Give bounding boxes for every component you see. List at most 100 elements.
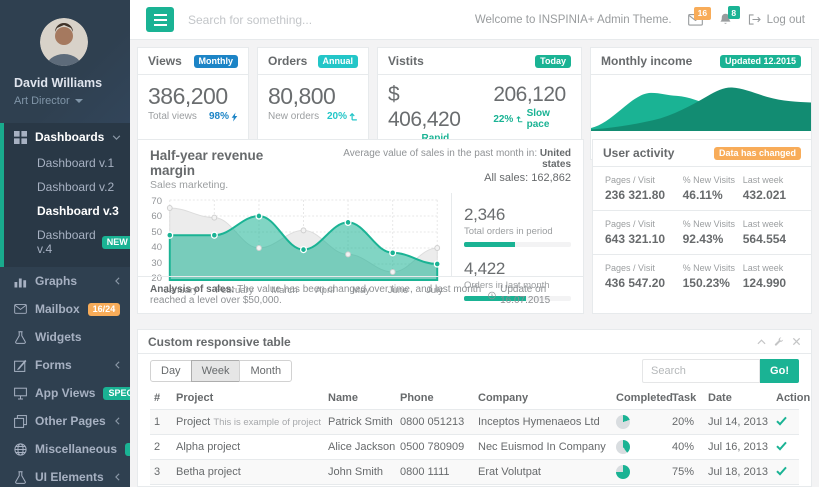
bar-chart-icon: [14, 275, 27, 288]
visits-secondary-value: 206,120: [493, 82, 571, 107]
sidebar-item-dashboard-v2[interactable]: Dashboard v.2: [4, 175, 130, 199]
action-check-icon[interactable]: [776, 416, 787, 426]
user-activity-row: Pages / Visit236 321.80 % New Visits46.1…: [593, 167, 811, 211]
sidebar-item-dashboard-v1[interactable]: Dashboard v.1: [4, 151, 130, 175]
all-sales-value: All sales: 162,862: [312, 172, 571, 184]
pages-visit-value: 436 547.20: [605, 276, 683, 290]
pages-visit-value: 643 321.10: [605, 232, 683, 246]
sidebar-item-mailbox[interactable]: Mailbox 16/24: [0, 295, 130, 323]
project-note: This is example of project: [213, 417, 321, 428]
collapse-panel-icon[interactable]: [757, 339, 766, 345]
last-week-label: Last week: [743, 263, 799, 273]
sidebar-item-other-pages[interactable]: Other Pages: [0, 407, 130, 435]
avatar-image: [40, 18, 88, 66]
copy-icon: [14, 415, 27, 428]
sidebar-item-dashboard-v4[interactable]: Dashboard v.4NEW: [4, 223, 130, 261]
level-up-icon: [349, 112, 358, 121]
hamburger-menu-button[interactable]: [146, 7, 174, 32]
data-changed-badge: Data has changed: [714, 147, 801, 160]
action-check-icon[interactable]: [776, 466, 787, 476]
visits-title: Vistits: [388, 54, 424, 68]
sidebar-item-widgets[interactable]: Widgets: [0, 323, 130, 351]
settings-wrench-icon[interactable]: [774, 337, 784, 347]
sidebar-item-label: Graphs: [35, 274, 107, 288]
date-value: Jul 16, 2013: [704, 435, 772, 460]
globe-icon: [14, 443, 27, 456]
level-up-icon: [516, 115, 523, 123]
col-name: Name: [324, 389, 396, 410]
orders-period-progress: [464, 242, 571, 247]
user-role-dropdown[interactable]: Art Director: [14, 95, 116, 107]
project-name: Project: [176, 416, 210, 428]
chevron-left-icon: [115, 277, 120, 285]
user-activity-row: Pages / Visit436 547.20 % New Visits150.…: [593, 255, 811, 298]
flask-icon: [14, 471, 27, 484]
views-value: 386,200: [148, 83, 238, 109]
col-action: Action: [772, 389, 799, 410]
avatar[interactable]: [40, 18, 88, 66]
sidebar-item-graphs[interactable]: Graphs: [0, 267, 130, 295]
range-month-button[interactable]: Month: [239, 360, 292, 382]
user-name: David Williams: [14, 76, 116, 90]
sidebar-item-label: Forms: [35, 358, 107, 372]
task-percent: 40%: [668, 435, 704, 460]
col-completed: Completed: [612, 389, 668, 410]
welcome-text: Welcome to INSPINIA+ Admin Theme.: [475, 14, 672, 26]
orders-period-label: Total orders in period: [464, 226, 571, 237]
sidebar-item-dashboards[interactable]: Dashboards: [4, 123, 130, 151]
table-search-go-button[interactable]: Go!: [760, 359, 799, 383]
monthly-badge: Monthly: [194, 55, 239, 68]
search-input[interactable]: [188, 13, 428, 27]
y-tick: 40: [148, 242, 162, 253]
phone-number: 0800 1111: [396, 460, 474, 485]
last-week-label: Last week: [743, 175, 799, 185]
notifications-button[interactable]: 8: [719, 13, 732, 26]
col-date: Date: [704, 389, 772, 410]
project-name: Alpha project: [176, 441, 240, 453]
close-panel-icon[interactable]: [792, 337, 801, 346]
sidebar-item-forms[interactable]: Forms: [0, 351, 130, 379]
alerts-count-badge: 8: [728, 6, 740, 19]
revenue-subtitle: Sales marketing.: [150, 179, 312, 191]
contact-name: Alice Jackson: [324, 435, 396, 460]
sidebar-item-dashboard-v3[interactable]: Dashboard v.3: [4, 199, 130, 223]
orders-label: New orders: [268, 111, 319, 122]
views-trend: 98%: [209, 111, 229, 122]
subitem-label: Dashboard v.2: [37, 180, 114, 194]
company-name: Nec Euismod In Company: [474, 435, 612, 460]
table-search-input[interactable]: [642, 359, 760, 383]
messages-button[interactable]: 16: [688, 14, 703, 26]
action-check-icon[interactable]: [776, 441, 787, 451]
main-area: Welcome to INSPINIA+ Admin Theme. 16 8 L…: [130, 0, 819, 487]
user-activity-panel: User activity Data has changed Pages / V…: [592, 139, 812, 314]
sidebar-item-app-views[interactable]: App Views SPECIAL: [0, 379, 130, 407]
sidebar-dashboards-block: Dashboards Dashboard v.1 Dashboard v.2 D…: [0, 123, 130, 267]
desktop-icon: [14, 387, 27, 400]
col-num: #: [150, 389, 172, 410]
last-week-label: Last week: [743, 219, 799, 229]
sign-out-icon: [748, 14, 761, 25]
range-day-button[interactable]: Day: [150, 360, 192, 382]
user-activity-row: Pages / Visit643 321.10 % New Visits92.4…: [593, 211, 811, 255]
y-tick: 70: [148, 196, 162, 207]
new-visits-value: 150.23%: [683, 276, 743, 290]
sidebar-item-miscellaneous[interactable]: Miscellaneous NEW: [0, 435, 130, 463]
pages-visit-label: Pages / Visit: [605, 219, 683, 229]
sidebar-item-ui-elements[interactable]: UI Elements: [0, 463, 130, 487]
mailbox-count-badge: 16/24: [88, 303, 121, 316]
last-week-value: 564.554: [743, 232, 799, 246]
flask-icon: [14, 331, 27, 344]
completed-pie-chart: [616, 465, 630, 479]
row-number: 2: [150, 435, 172, 460]
visits-secondary-label: Slow pace: [527, 108, 571, 130]
logout-button[interactable]: Log out: [748, 14, 805, 26]
new-visits-value: 92.43%: [683, 232, 743, 246]
income-area-chart: [591, 75, 811, 131]
range-week-button[interactable]: Week: [191, 360, 241, 382]
annual-badge: Annual: [318, 55, 359, 68]
phone-number: 0800 051213: [396, 410, 474, 435]
table-row: 2 Alpha project Alice Jackson 0500 78090…: [150, 435, 799, 460]
chevron-left-icon: [115, 361, 120, 369]
sidebar: David Williams Art Director Dashboards D…: [0, 0, 130, 487]
project-cell: Project This is example of project: [172, 410, 324, 435]
